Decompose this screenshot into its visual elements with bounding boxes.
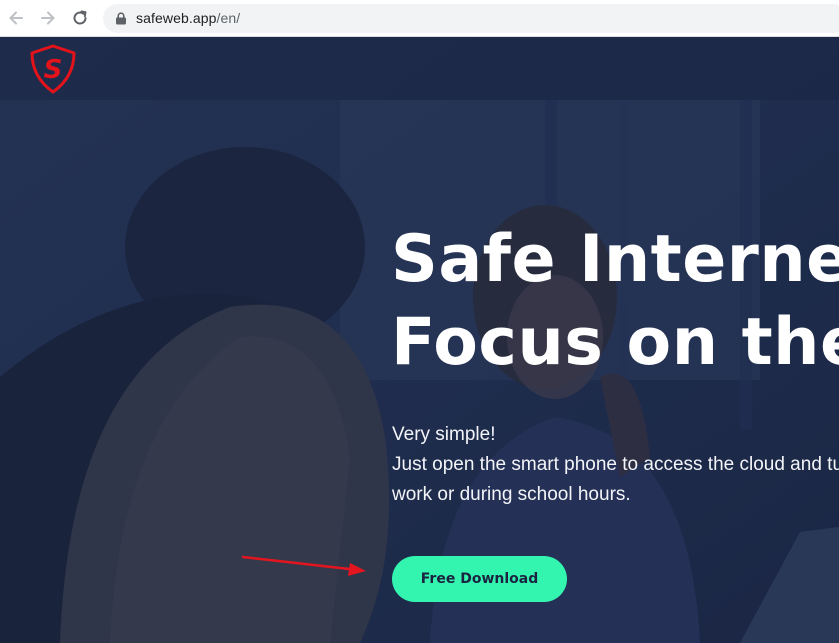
url-text: safeweb.app/en/ — [136, 10, 240, 26]
hero-section: S Safe Internet Focus on the Very simple… — [0, 37, 839, 643]
browser-toolbar: safeweb.app/en/ — [0, 0, 839, 37]
free-download-button[interactable]: Free Download — [392, 556, 567, 602]
safeweb-logo[interactable]: S — [27, 43, 79, 95]
tagline-line-2: Just open the smart phone to access the … — [392, 454, 839, 475]
back-arrow-icon — [9, 11, 23, 25]
lock-icon — [116, 12, 126, 25]
logo-letter: S — [44, 55, 63, 85]
hero-headline: Safe Internet Focus on the — [391, 218, 839, 384]
reload-button[interactable] — [69, 7, 91, 29]
forward-button[interactable] — [37, 7, 59, 29]
tagline-line-3: work or during school hours. — [392, 484, 631, 505]
hero-tagline: Very simple! Just open the smart phone t… — [392, 420, 839, 510]
forward-arrow-icon — [41, 11, 55, 25]
tagline-line-1: Very simple! — [392, 424, 496, 445]
url-path: /en/ — [216, 10, 241, 26]
reload-icon — [73, 10, 87, 25]
headline-line-1: Safe Internet — [391, 222, 839, 297]
headline-line-2: Focus on the — [391, 305, 839, 380]
address-bar[interactable]: safeweb.app/en/ — [103, 4, 839, 33]
annotation-arrow-icon — [241, 555, 366, 576]
site-header: S — [0, 37, 839, 100]
url-host: safeweb.app — [136, 10, 217, 26]
back-button[interactable] — [5, 7, 27, 29]
